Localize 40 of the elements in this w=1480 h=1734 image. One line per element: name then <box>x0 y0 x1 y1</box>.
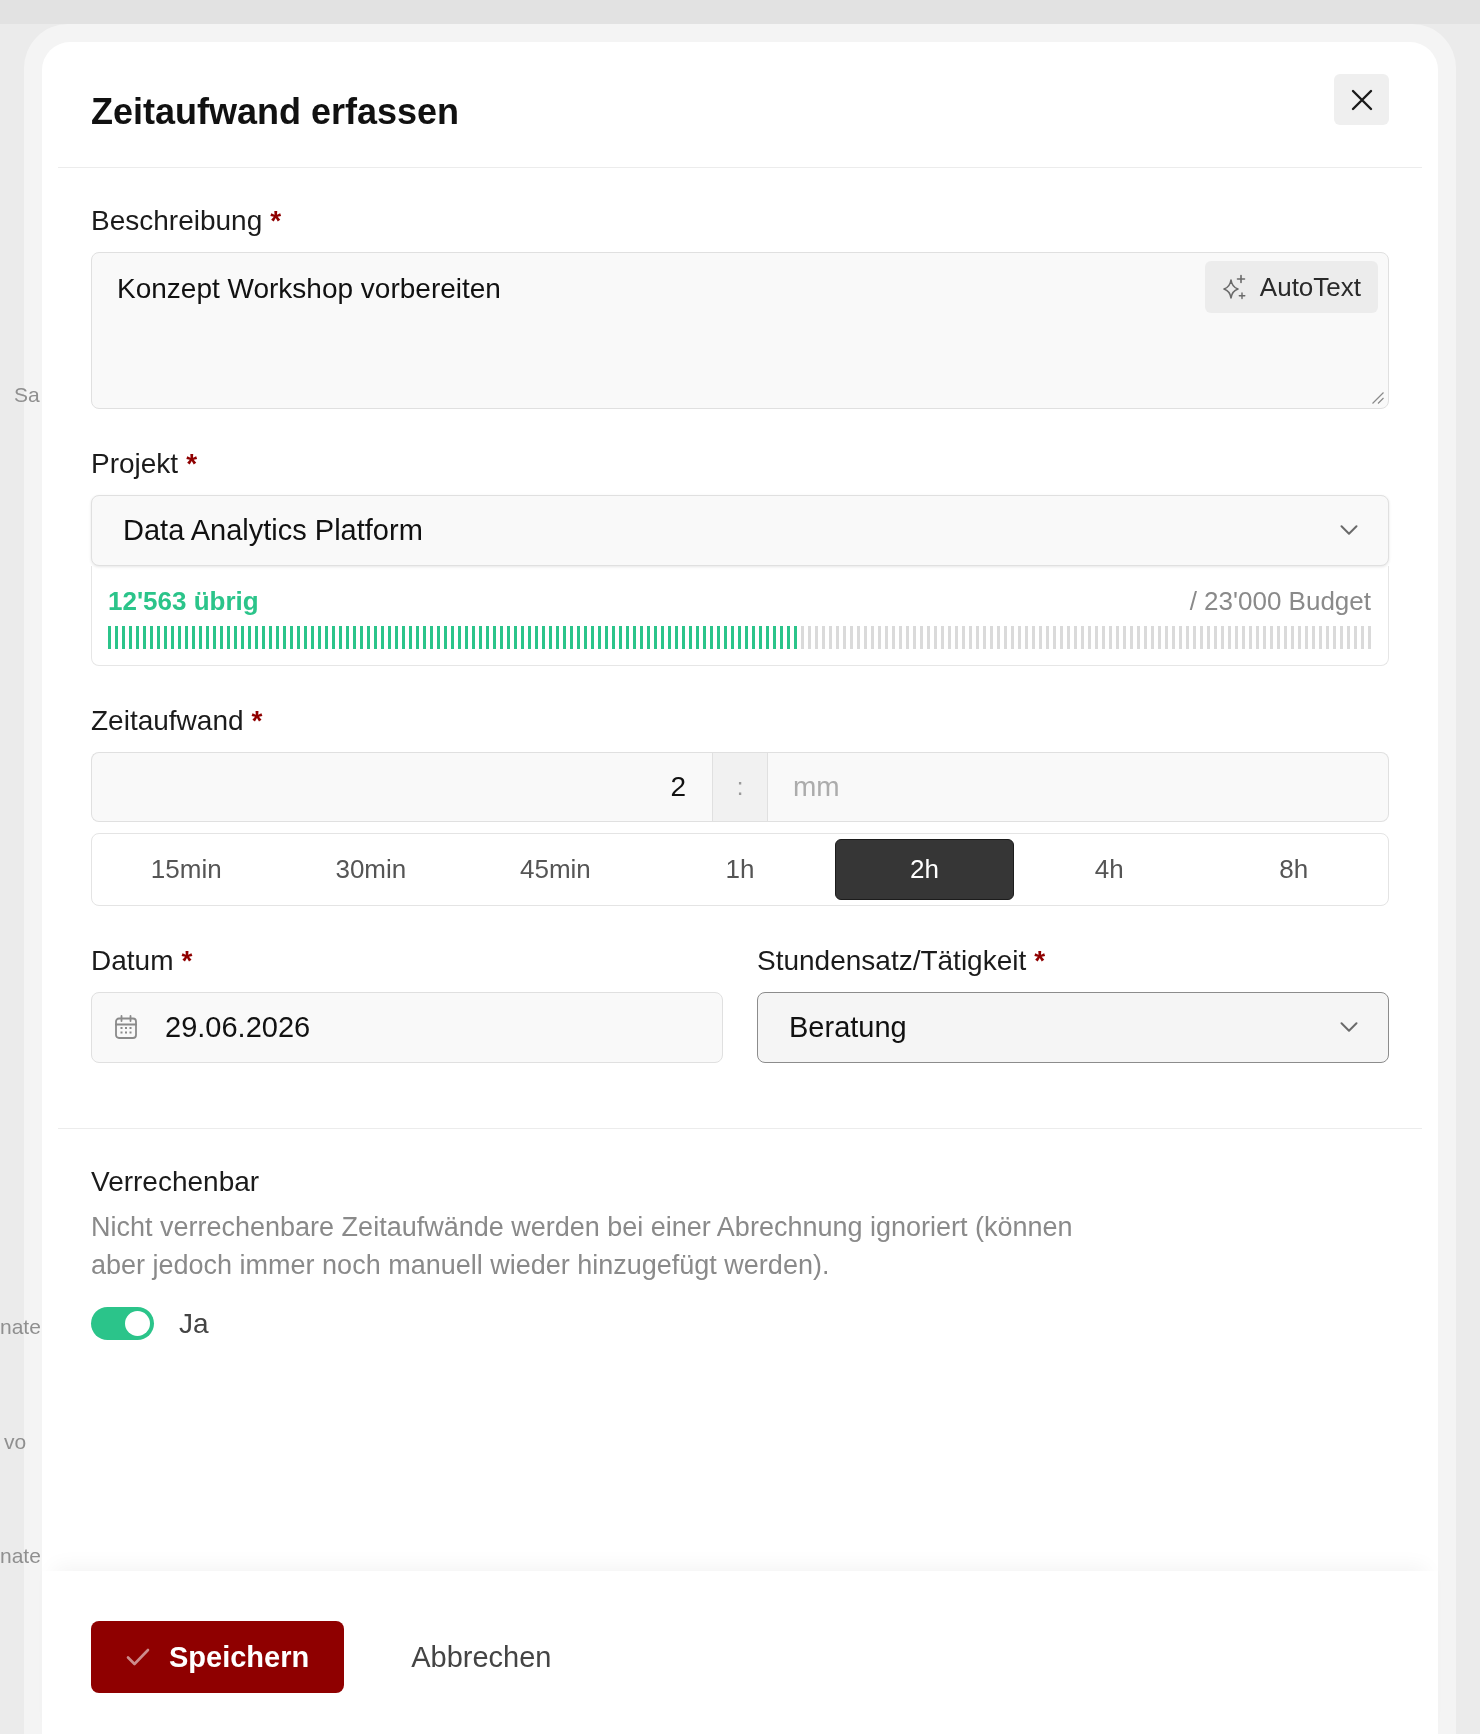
field-label: Stundensatz/Tätigkeit * <box>757 945 1047 977</box>
rate-select[interactable]: Beratung <box>757 992 1389 1063</box>
chevron-down-icon <box>1340 525 1358 536</box>
cancel-button[interactable]: Abbrechen <box>411 1621 552 1693</box>
budget-total: / 23'000 Budget <box>1189 585 1371 617</box>
check-icon <box>126 1648 150 1666</box>
field-label: Beschreibung * <box>91 205 283 237</box>
chevron-down-icon <box>1340 1022 1358 1033</box>
save-button[interactable]: Speichern <box>91 1621 345 1693</box>
resize-grip-icon <box>1372 392 1384 404</box>
minutes-input[interactable]: mm <box>768 752 1389 822</box>
duration-preset-button[interactable]: 45min <box>466 839 645 900</box>
project-select[interactable]: Data Analytics Platform <box>91 495 1389 566</box>
duration-preset-button[interactable]: 8h <box>1204 839 1383 900</box>
background-text: nate <box>0 1543 41 1569</box>
billable-toggle[interactable] <box>91 1307 154 1340</box>
section-description: Nicht verrechenbare Zeitaufwände werden bei einer Abrechnung ignoriert (können aber jedoch immer noch manuell wieder hinzugefügt werden). <box>91 1211 1074 1282</box>
sparkle-icon <box>1220 274 1247 300</box>
field-label: Projekt * <box>91 448 199 480</box>
hours-input[interactable]: 2 <box>91 752 712 822</box>
close-button[interactable] <box>1334 74 1389 125</box>
duration-preset-button[interactable]: 30min <box>281 839 461 900</box>
duration-preset-button[interactable]: 1h <box>650 839 830 900</box>
time-separator: : <box>712 752 768 822</box>
background-text: vo <box>4 1429 27 1455</box>
duration-preset-button[interactable]: 2h <box>835 839 1014 900</box>
dialog-title: Zeitaufwand erfassen <box>91 90 460 134</box>
duration-preset-button[interactable]: 4h <box>1019 839 1199 900</box>
budget-remaining: 12'563 übrig <box>108 585 259 617</box>
calendar-icon <box>115 1015 137 1039</box>
field-label: Zeitaufwand * <box>91 705 264 737</box>
close-icon <box>1350 88 1373 111</box>
date-input[interactable]: 29.06.2026 <box>91 992 723 1063</box>
section-title: Verrechenbar <box>91 1166 261 1198</box>
duration-preset-button[interactable]: 15min <box>97 839 276 900</box>
field-label: Datum * <box>91 945 194 977</box>
background-text: nate <box>0 1314 41 1340</box>
background-text: Sa <box>14 382 40 408</box>
toggle-label: Ja <box>179 1307 209 1340</box>
autotext-button[interactable]: AutoText <box>1204 261 1378 313</box>
